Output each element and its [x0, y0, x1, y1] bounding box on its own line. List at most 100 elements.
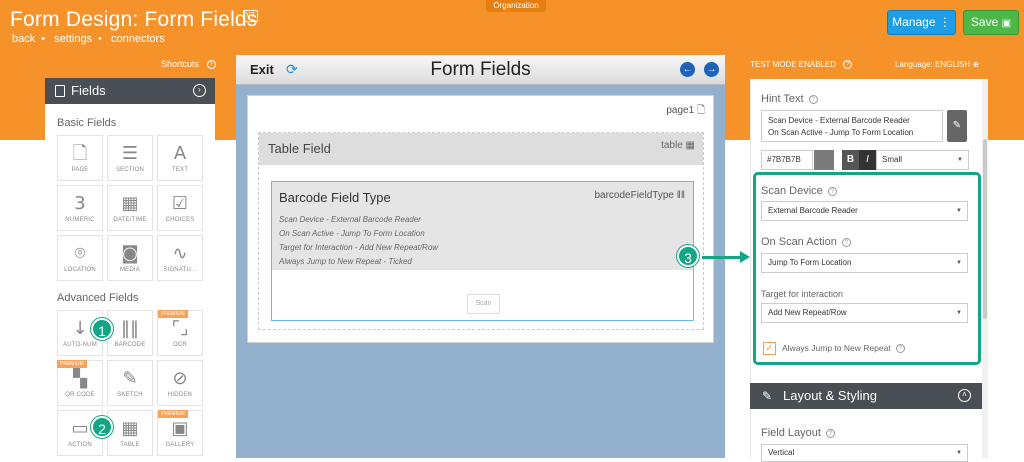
save-label: Save — [970, 15, 999, 29]
font-size-value: Small — [882, 155, 903, 164]
basic-fields-heading: Basic Fields — [57, 117, 117, 129]
field-tile-label: SECTION — [115, 167, 145, 173]
font-size-select[interactable]: Small ▼ — [876, 150, 969, 170]
manage-button[interactable]: Manage ⋮ — [887, 10, 956, 35]
field-tile-signatu[interactable]: ∿ SIGNATU... — [157, 235, 203, 281]
field-tile-label: HIDDEN — [167, 392, 193, 398]
chevron-up-icon[interactable]: ˄ — [958, 389, 971, 402]
location-pin-icon: ⌾ — [74, 243, 86, 264]
hint-text-input[interactable]: Scan Device - External Barcode Reader On… — [761, 110, 943, 142]
organization-tab[interactable]: Organization — [486, 0, 546, 12]
qr-code-icon: ▚ — [73, 368, 87, 389]
hint-color-input[interactable]: #7B7B7B — [761, 150, 813, 170]
field-tile-label: CHOICES — [165, 217, 195, 223]
field-tile-choices[interactable]: ☑ CHOICES — [157, 185, 203, 231]
settings-link[interactable]: settings — [54, 33, 92, 45]
barcode-field-body: Barcode Field Type barcodeFieldType ‖‖ S… — [272, 182, 693, 270]
gallery-icon: ▣ — [171, 418, 189, 439]
premium-badge: PREMIUM — [158, 310, 188, 318]
field-tile-section[interactable]: ☰ SECTION — [107, 135, 153, 181]
field-tile-label: SIGNATU... — [163, 267, 197, 273]
barcode-description-line: On Scan Active - Jump To Form Location — [279, 229, 425, 238]
premium-badge: PREMIUM — [57, 360, 87, 368]
field-tile-ocr[interactable]: ⌜⌟ OCR PREMIUM — [157, 310, 203, 356]
scan-device-select[interactable]: External Barcode Reader ▼ — [761, 201, 968, 221]
field-tile-page[interactable]: 🗋 PAGE — [57, 135, 103, 181]
field-tile-date-time[interactable]: ▦ DATE/TIME — [107, 185, 153, 231]
on-scan-action-select[interactable]: Jump To Form Location ▼ — [761, 253, 968, 273]
layout-styling-header[interactable]: ✎ Layout & Styling ˄ — [750, 383, 982, 409]
callout-arrow-head — [740, 251, 750, 263]
section-icon: ☰ — [121, 143, 139, 164]
table-field-tag: table ▦ — [661, 140, 695, 151]
fields-panel-title: Fields — [71, 83, 106, 98]
bold-button[interactable]: B — [842, 150, 859, 170]
more-vertical-icon: ⋮ — [938, 15, 951, 29]
fields-panel-header: Fields › — [45, 78, 215, 104]
barcode-field-tag: barcodeFieldType ‖‖ — [594, 190, 685, 201]
field-tile-numeric[interactable]: 3 NUMERIC — [57, 185, 103, 231]
table-field[interactable]: Table Field table ▦ Barcode Field Type b… — [258, 132, 704, 330]
advanced-fields-heading: Advanced Fields — [57, 292, 139, 304]
field-tile-gallery[interactable]: ▣ GALLERY PREMIUM — [157, 410, 203, 456]
canvas-title: Form Fields — [430, 59, 531, 80]
fields-panel: Fields › Basic Fields Advanced Fields 🗋 P… — [45, 78, 215, 458]
language-selector[interactable]: Language: ENGLISH ⊕ — [895, 60, 979, 69]
help-icon: ? — [843, 60, 853, 69]
test-mode-label[interactable]: TEST MODE ENABLED ? — [750, 60, 853, 69]
premium-badge: PREMIUM — [158, 410, 188, 418]
field-tile-table[interactable]: ▦ TABLE — [107, 410, 153, 456]
field-tile-label: OCR — [173, 342, 187, 348]
field-tile-text[interactable]: A TEXT — [157, 135, 203, 181]
table-icon: ▦ — [121, 418, 139, 439]
back-link[interactable]: back — [12, 33, 35, 45]
barcode-icon: ‖‖ — [121, 318, 139, 339]
camera-icon: ◙ — [121, 243, 139, 264]
version-badge: V7 — [243, 10, 258, 22]
field-tile-label: NUMERIC — [65, 217, 95, 223]
caret-down-icon: ▼ — [956, 208, 962, 214]
scrollbar-thumb[interactable] — [983, 139, 987, 319]
on-scan-action-value: Jump To Form Location — [768, 258, 852, 267]
shortcuts-link[interactable]: Shortcuts ? — [161, 59, 216, 69]
wrench-icon[interactable]: ✎ — [947, 110, 967, 142]
field-tile-media[interactable]: ◙ MEDIA — [107, 235, 153, 281]
field-layout-label: Field Layout? — [761, 427, 835, 439]
scan-button[interactable]: Scan — [467, 294, 500, 314]
step-marker-2: 2 — [91, 416, 113, 438]
barcode-description-line: Always Jump to New Repeat - Ticked — [279, 257, 412, 266]
form-page[interactable]: page1 🗋 Table Field table ▦ Barcode Fiel… — [247, 95, 714, 343]
test-mode-text: TEST MODE ENABLED — [750, 60, 837, 69]
field-tile-qr-code[interactable]: ▚ QR CODE PREMIUM — [57, 360, 103, 406]
field-tile-label: TEXT — [171, 167, 189, 173]
connectors-link[interactable]: connectors — [111, 33, 165, 45]
field-tile-sketch[interactable]: ✎ SKETCH — [107, 360, 153, 406]
field-tile-label: DATE/TIME — [113, 217, 147, 223]
field-tile-label: QR CODE — [65, 392, 95, 398]
language-text: Language: ENGLISH — [895, 60, 971, 69]
target-interaction-label: Target for interaction — [761, 289, 844, 299]
always-jump-checkbox[interactable]: ✓ — [763, 342, 776, 355]
barcode-field[interactable]: Barcode Field Type barcodeFieldType ‖‖ S… — [271, 181, 694, 321]
globe-icon: ⊕ — [972, 60, 980, 69]
help-icon: ? — [825, 429, 835, 438]
on-scan-action-label-text: On Scan Action — [761, 236, 837, 248]
field-tile-label: AUTO-NUM — [63, 342, 97, 348]
layout-styling-title: Layout & Styling — [783, 388, 877, 403]
table-icon: ▦ — [685, 140, 695, 151]
help-icon: ? — [841, 238, 851, 247]
manage-label: Manage — [892, 15, 936, 29]
color-swatch[interactable] — [814, 150, 834, 170]
field-layout-select[interactable]: Vertical ▼ — [761, 444, 968, 462]
field-tile-barcode[interactable]: ‖‖ BARCODE — [107, 310, 153, 356]
field-tile-location[interactable]: ⌾ LOCATION — [57, 235, 103, 281]
scan-device-value: External Barcode Reader — [768, 206, 858, 215]
target-interaction-select[interactable]: Add New Repeat/Row ▼ — [761, 303, 968, 323]
arrow-right-icon[interactable]: → — [704, 62, 719, 77]
chevron-right-icon[interactable]: › — [193, 84, 206, 97]
field-tile-hidden[interactable]: ⊘ HIDDEN — [157, 360, 203, 406]
arrow-left-icon[interactable]: ← — [680, 62, 695, 77]
save-button[interactable]: Save ▣ — [963, 10, 1019, 35]
italic-button[interactable]: I — [859, 150, 876, 170]
field-layout-label-text: Field Layout — [761, 427, 821, 439]
